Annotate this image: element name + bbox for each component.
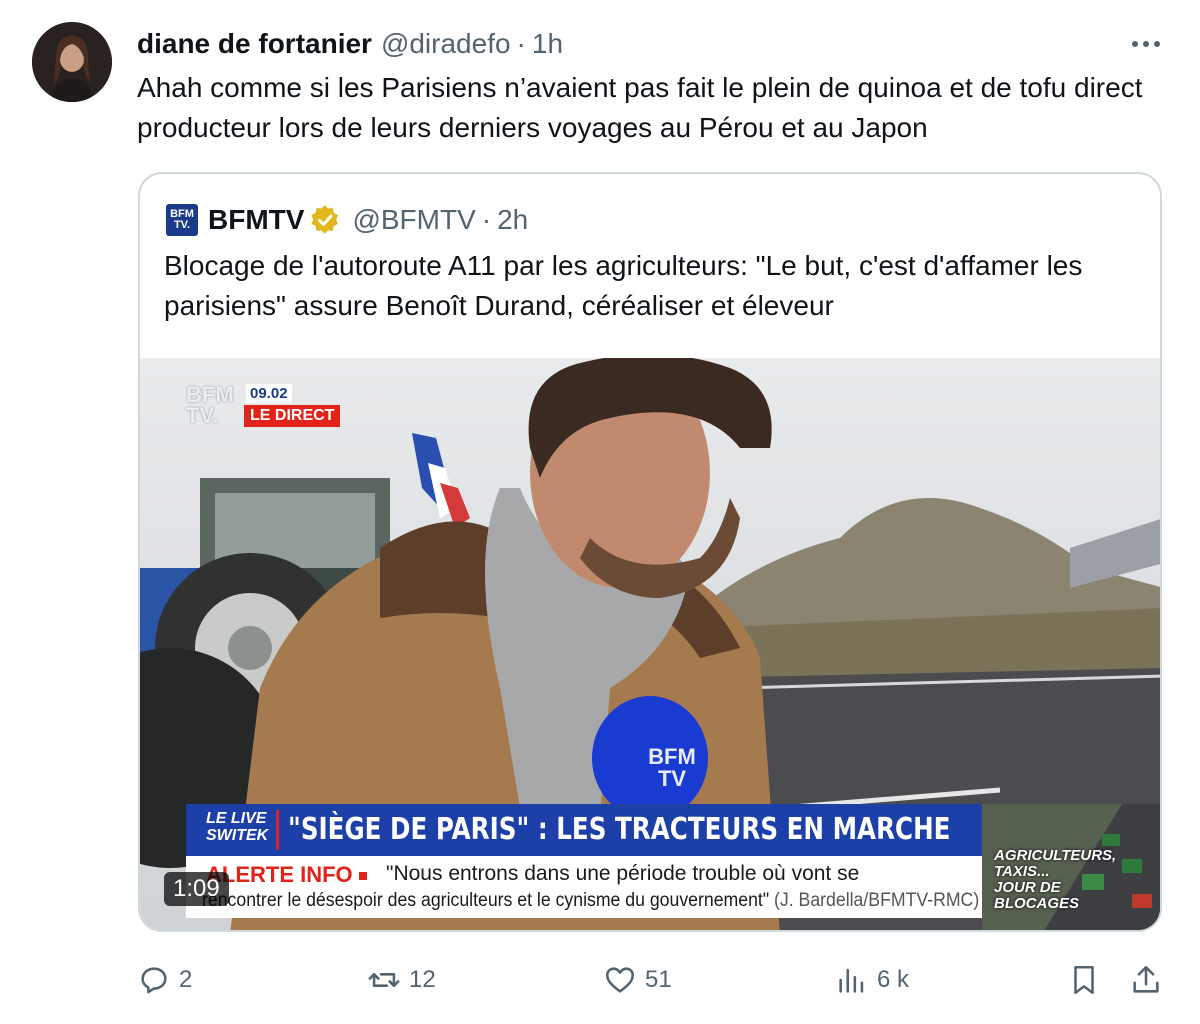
inset-caption-line1: AGRICULTEURS,: [994, 847, 1117, 864]
mic-logo: BFM TV: [648, 744, 696, 791]
video-player[interactable]: BFM TV. 09.02 LE DIRECT BFM TV LE LIVE S…: [140, 358, 1160, 930]
quoted-author-name[interactable]: BFMTV: [208, 204, 304, 236]
author-name[interactable]: diane de fortanier: [137, 28, 372, 60]
more-options-button[interactable]: [1128, 26, 1164, 62]
bookmark-button[interactable]: [1067, 956, 1101, 1004]
quoted-author-handle[interactable]: @BFMTV: [352, 204, 475, 236]
ticker-quote-line2-text: rencontrer le désespoir des agriculteurs…: [202, 890, 770, 911]
more-icon: [1132, 41, 1160, 47]
reply-icon: [141, 967, 167, 994]
tweet-time[interactable]: 1h: [532, 28, 563, 60]
headline-text: "SIÈGE DE PARIS" : LES TRACTEURS EN MARC…: [288, 812, 951, 847]
like-count: 51: [645, 966, 672, 993]
quoted-tweet-time[interactable]: 2h: [497, 204, 528, 236]
share-icon: [1133, 965, 1159, 993]
tweet-actions: 2 12 51 6 k: [137, 956, 1167, 1004]
inset-thumbnail: AGRICULTEURS, TAXIS... JOUR DE BLOCAGES: [982, 804, 1160, 930]
repost-icon: [368, 973, 400, 987]
inset-caption: AGRICULTEURS, TAXIS... JOUR DE BLOCAGES: [994, 848, 1116, 912]
alert-label: ALERTE INFO: [206, 862, 367, 888]
bookmark-icon: [1074, 965, 1094, 995]
inset-caption-line4: BLOCAGES: [994, 895, 1080, 912]
quoted-tweet[interactable]: BFM TV. BFMTV @BFMTV · 2h Blocage de l'a…: [138, 172, 1162, 932]
live-badge: LE DIRECT: [244, 405, 341, 427]
repost-count: 12: [409, 966, 436, 993]
author-handle[interactable]: @diradefo: [381, 28, 511, 60]
reply-button[interactable]: 2: [137, 956, 192, 1004]
quoted-tweet-header: BFM TV. BFMTV @BFMTV · 2h: [166, 200, 528, 240]
band-separator: [276, 810, 279, 850]
bfm-logo-top: BFM: [186, 382, 234, 407]
broadcast-clock: 09.02: [246, 384, 292, 403]
separator-dot: ·: [516, 28, 526, 59]
tweet-text: Ahah comme si les Parisiens n’avaient pa…: [137, 72, 1143, 143]
heart-icon: [605, 967, 635, 993]
bfm-channel-logo: BFM TV.: [186, 384, 240, 430]
alert-square-icon: [358, 872, 367, 881]
reply-count: 2: [179, 966, 193, 993]
bfmtv-avatar[interactable]: BFM TV.: [166, 204, 198, 236]
quoted-separator-dot: ·: [481, 204, 492, 235]
ticker-quote-line1: "Nous entrons dans une période trouble o…: [386, 862, 860, 885]
share-button[interactable]: [1129, 956, 1163, 1004]
views-count: 6 k: [877, 966, 910, 993]
inset-caption-line3: JOUR DE: [994, 879, 1061, 896]
author-avatar[interactable]: [32, 22, 112, 102]
live-tag-line1: LE LIVE: [206, 810, 267, 827]
video-duration: 1:09: [164, 872, 229, 906]
bfm-logo-bottom: TV.: [186, 403, 219, 428]
repost-button[interactable]: 12: [367, 956, 436, 1004]
ticker-quote-credit: (J. Bardella/BFMTV-RMC): [774, 890, 980, 911]
live-show-tag: LE LIVE SWITEK: [206, 810, 268, 844]
quoted-tweet-text: Blocage de l'autoroute A11 par les agric…: [164, 250, 1083, 321]
ticker-quote-line2: rencontrer le désespoir des agriculteurs…: [202, 890, 979, 912]
bfmtv-avatar-text-bottom: TV.: [173, 219, 191, 231]
inset-caption-line2: TAXIS...: [994, 863, 1050, 880]
live-tag-line2: SWITEK: [206, 827, 269, 844]
verified-badge-icon: [311, 205, 339, 234]
tweet-header: diane de fortanier @diradefo · 1h: [137, 26, 563, 62]
views-button[interactable]: 6 k: [835, 956, 909, 1004]
views-chart-icon: [839, 968, 864, 993]
like-button[interactable]: 51: [603, 956, 672, 1004]
